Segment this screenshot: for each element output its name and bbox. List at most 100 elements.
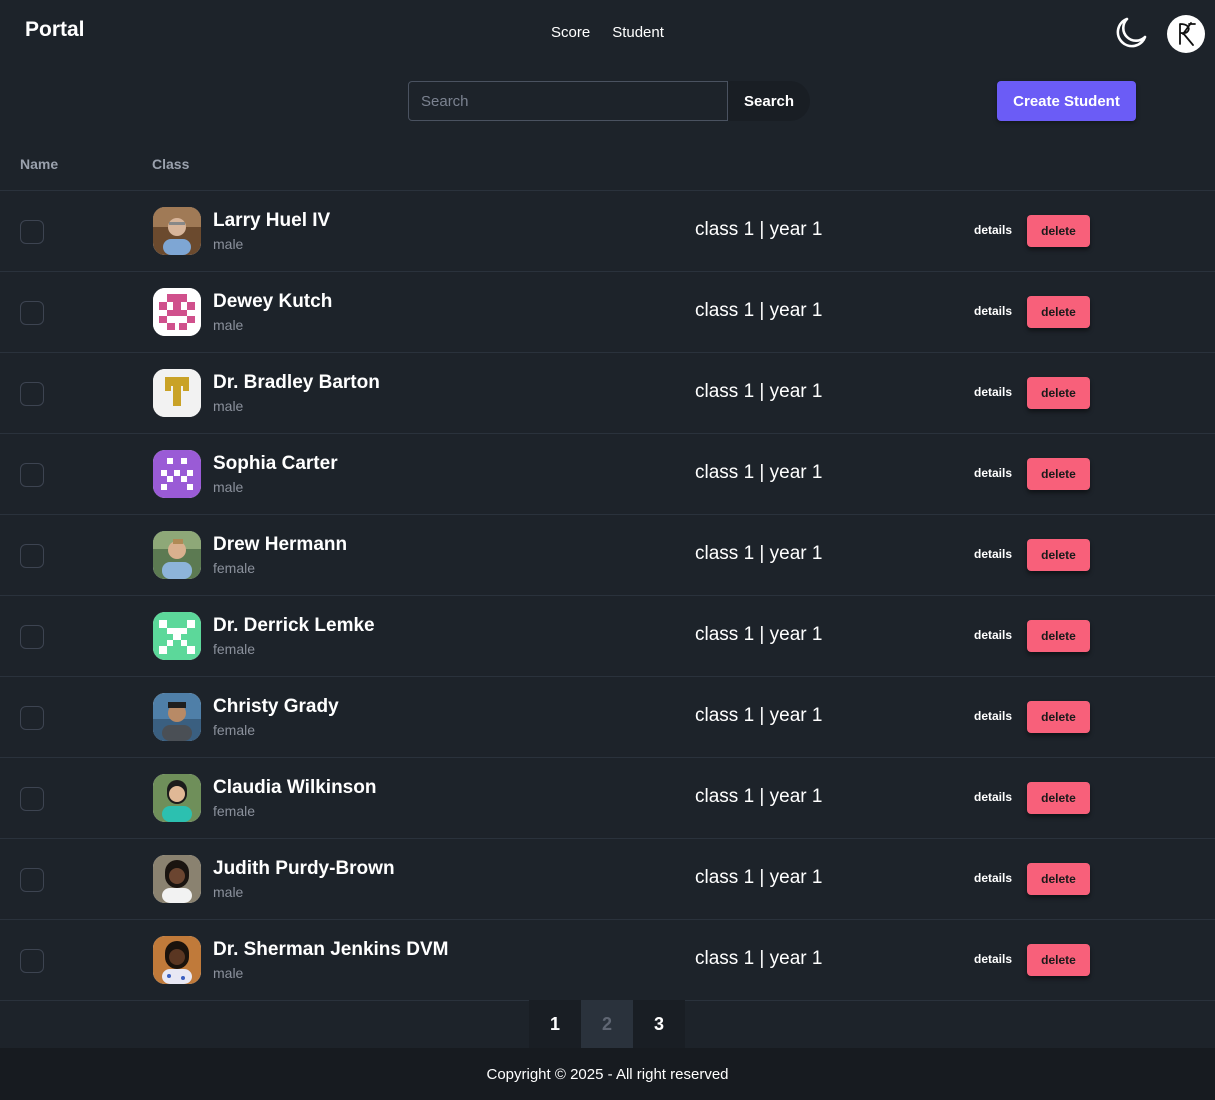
search-input[interactable] <box>408 81 728 121</box>
avatar <box>153 774 201 822</box>
details-button[interactable]: details <box>968 383 1018 401</box>
student-class: class 1 | year 1 <box>695 786 823 807</box>
search-button[interactable]: Search <box>728 81 811 121</box>
avatar <box>153 612 201 660</box>
student-name: Dr. Bradley Barton <box>213 372 380 393</box>
details-button[interactable]: details <box>968 302 1018 320</box>
student-class: class 1 | year 1 <box>695 948 823 969</box>
delete-button[interactable]: delete <box>1027 620 1090 652</box>
row-checkbox[interactable] <box>20 949 44 973</box>
profile-avatar-button[interactable] <box>1167 15 1205 53</box>
details-button[interactable]: details <box>968 545 1018 563</box>
student-gender: male <box>213 398 244 414</box>
details-button[interactable]: details <box>968 788 1018 806</box>
student-class: class 1 | year 1 <box>695 705 823 726</box>
table-row: Dewey Kutch male class 1 | year 1 detail… <box>0 272 1215 353</box>
column-header-class: Class <box>152 156 190 172</box>
student-name: Larry Huel IV <box>213 210 331 231</box>
student-gender: male <box>213 479 244 495</box>
student-name: Drew Hermann <box>213 534 348 555</box>
student-gender: female <box>213 722 256 738</box>
table-row: Dr. Derrick Lemke female class 1 | year … <box>0 596 1215 677</box>
table-row: Judith Purdy-Brown male class 1 | year 1… <box>0 839 1215 920</box>
copyright-text: Copyright © 2025 - All right reserved <box>486 1065 729 1083</box>
moon-icon <box>1116 17 1147 48</box>
create-student-button[interactable]: Create Student <box>997 81 1136 121</box>
student-name: Dr. Derrick Lemke <box>213 615 375 636</box>
table-row: Claudia Wilkinson female class 1 | year … <box>0 758 1215 839</box>
theme-toggle-button[interactable] <box>1112 14 1150 52</box>
avatar <box>153 936 201 984</box>
student-class: class 1 | year 1 <box>695 867 823 888</box>
row-checkbox[interactable] <box>20 382 44 406</box>
avatar <box>153 531 201 579</box>
footer: Copyright © 2025 - All right reserved <box>0 1048 1215 1100</box>
page-button-3[interactable]: 3 <box>633 1000 685 1048</box>
student-name: Claudia Wilkinson <box>213 777 377 798</box>
student-gender: female <box>213 803 256 819</box>
student-name: Judith Purdy-Brown <box>213 858 395 879</box>
column-header-name: Name <box>20 156 59 172</box>
nav-link-score[interactable]: Score <box>540 22 601 43</box>
delete-button[interactable]: delete <box>1027 944 1090 976</box>
details-button[interactable]: details <box>968 950 1018 968</box>
student-gender: female <box>213 560 256 576</box>
student-class: class 1 | year 1 <box>695 543 823 564</box>
navbar: Portal Score Student <box>0 0 1215 66</box>
row-checkbox[interactable] <box>20 301 44 325</box>
student-gender: male <box>213 884 244 900</box>
delete-button[interactable]: delete <box>1027 296 1090 328</box>
page-button-1[interactable]: 1 <box>529 1000 581 1048</box>
details-button[interactable]: details <box>968 221 1018 239</box>
brand-logo[interactable]: Portal <box>25 18 85 42</box>
student-class: class 1 | year 1 <box>695 381 823 402</box>
delete-button[interactable]: delete <box>1027 458 1090 490</box>
delete-button[interactable]: delete <box>1027 701 1090 733</box>
row-checkbox[interactable] <box>20 868 44 892</box>
table-row: Drew Hermann female class 1 | year 1 det… <box>0 515 1215 596</box>
delete-button[interactable]: delete <box>1027 782 1090 814</box>
table-row: Dr. Sherman Jenkins DVM male class 1 | y… <box>0 920 1215 1001</box>
row-checkbox[interactable] <box>20 625 44 649</box>
details-button[interactable]: details <box>968 626 1018 644</box>
page-button-2[interactable]: 2 <box>581 1000 633 1048</box>
avatar <box>153 288 201 336</box>
row-checkbox[interactable] <box>20 463 44 487</box>
pagination: 1 2 3 <box>529 1000 685 1048</box>
nav-link-student[interactable]: Student <box>601 22 675 43</box>
avatar <box>153 855 201 903</box>
row-checkbox[interactable] <box>20 220 44 244</box>
avatar <box>153 207 201 255</box>
row-checkbox[interactable] <box>20 544 44 568</box>
student-gender: male <box>213 317 244 333</box>
delete-button[interactable]: delete <box>1027 539 1090 571</box>
row-checkbox[interactable] <box>20 787 44 811</box>
table-row: Christy Grady female class 1 | year 1 de… <box>0 677 1215 758</box>
delete-button[interactable]: delete <box>1027 377 1090 409</box>
details-button[interactable]: details <box>968 464 1018 482</box>
student-gender: male <box>213 965 244 981</box>
student-name: Dr. Sherman Jenkins DVM <box>213 939 449 960</box>
student-class: class 1 | year 1 <box>695 462 823 483</box>
student-gender: female <box>213 641 256 657</box>
details-button[interactable]: details <box>968 869 1018 887</box>
student-table-body: Larry Huel IV male class 1 | year 1 deta… <box>0 191 1215 1001</box>
details-button[interactable]: details <box>968 707 1018 725</box>
avatar <box>153 450 201 498</box>
avatar <box>153 693 201 741</box>
table-row: Sophia Carter male class 1 | year 1 deta… <box>0 434 1215 515</box>
delete-button[interactable]: delete <box>1027 863 1090 895</box>
avatar <box>153 369 201 417</box>
student-class: class 1 | year 1 <box>695 624 823 645</box>
row-checkbox[interactable] <box>20 706 44 730</box>
delete-button[interactable]: delete <box>1027 215 1090 247</box>
nav-links: Score Student <box>540 22 675 43</box>
student-name: Christy Grady <box>213 696 339 717</box>
table-header: Name Class <box>0 137 1215 191</box>
search-bar: Search <box>408 81 811 121</box>
student-class: class 1 | year 1 <box>695 219 823 240</box>
student-name: Sophia Carter <box>213 453 338 474</box>
student-name: Dewey Kutch <box>213 291 333 312</box>
profile-monogram-icon <box>1179 22 1196 46</box>
table-row: Larry Huel IV male class 1 | year 1 deta… <box>0 191 1215 272</box>
